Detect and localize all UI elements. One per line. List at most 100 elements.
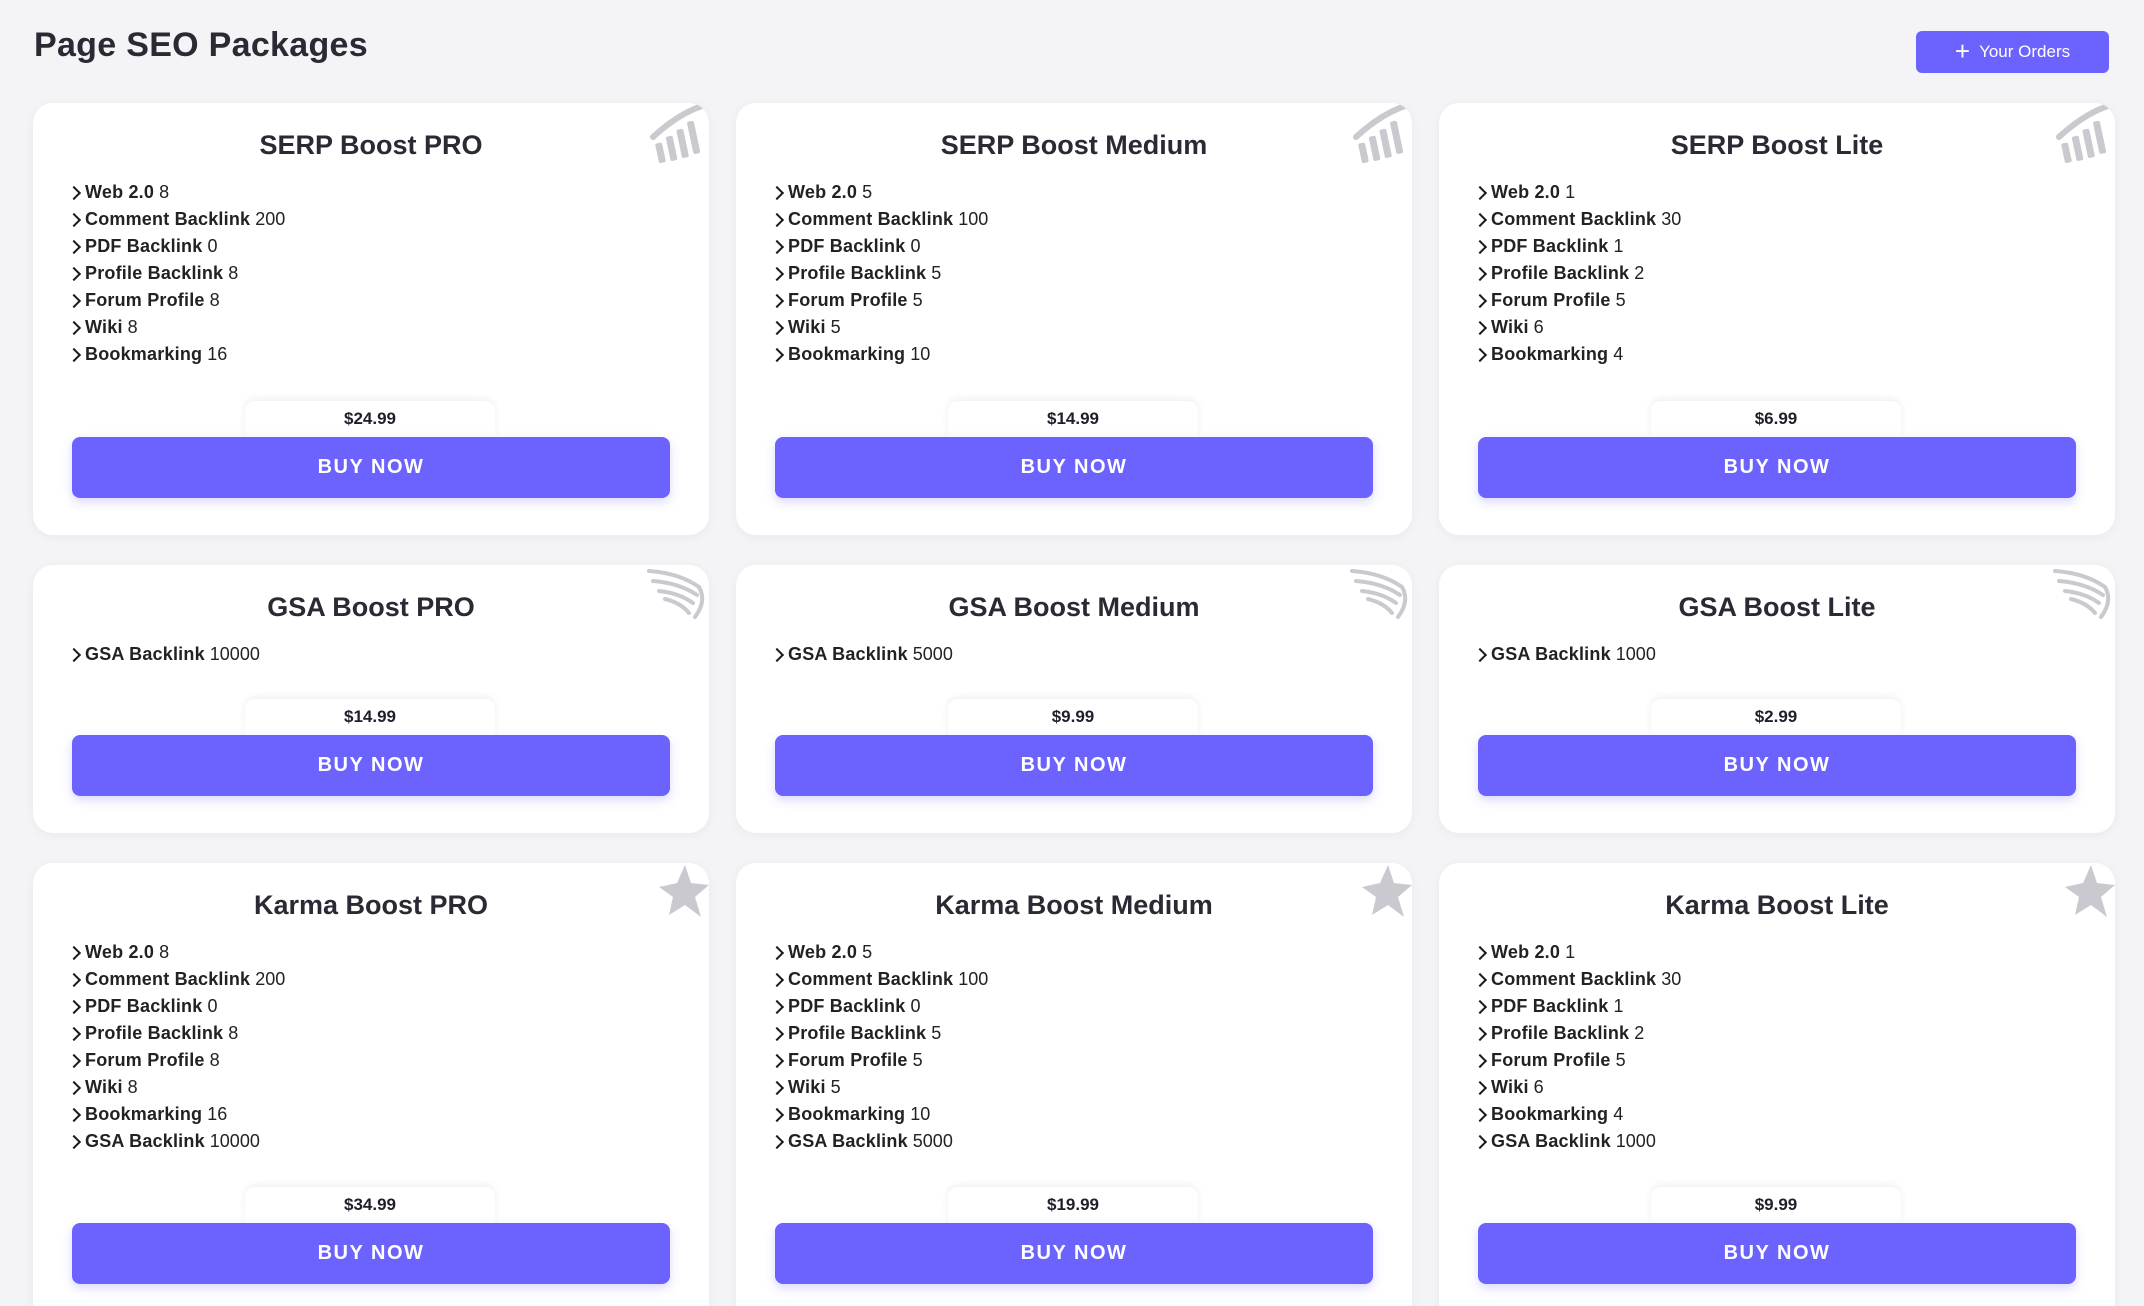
- feature-item: Web 2.0 8: [66, 939, 709, 966]
- chevron-right-icon: [66, 1107, 82, 1122]
- feature-item: GSA Backlink 5000: [769, 641, 1412, 668]
- chevron-right-icon: [66, 999, 82, 1014]
- feature-item: Forum Profile 8: [66, 1047, 709, 1074]
- chevron-right-icon: [769, 212, 785, 227]
- chevron-right-icon: [66, 1053, 82, 1068]
- star-icon: [2051, 863, 2115, 927]
- feature-name: Profile Backlink: [788, 263, 927, 283]
- chevron-right-icon: [769, 1134, 785, 1149]
- chevron-right-icon: [66, 266, 82, 281]
- feature-item: Wiki 8: [66, 314, 709, 341]
- chevron-right-icon: [1472, 1080, 1488, 1095]
- feature-value: 5: [912, 290, 923, 310]
- feature-value: 0: [207, 236, 218, 256]
- feature-list: Web 2.0 8 Comment Backlink 200 PDF Backlink 0…: [33, 939, 709, 1155]
- feature-item: Forum Profile 5: [769, 287, 1412, 314]
- package-card: GSA Boost Lite GSA Backlink 1000 $2.99 BUY N…: [1439, 565, 2115, 833]
- feature-value: 5: [830, 1077, 841, 1097]
- plus-icon: +: [1954, 35, 1971, 66]
- package-title: Karma Boost PRO: [253, 890, 489, 920]
- chevron-right-icon: [66, 945, 82, 960]
- buy-now-button[interactable]: BUY NOW: [775, 735, 1373, 796]
- wing-icon: [645, 565, 709, 629]
- feature-value: 5: [1615, 1050, 1626, 1070]
- feature-item: Web 2.0 8: [66, 179, 709, 206]
- package-card: Karma Boost Medium Web 2.0 5 Comment Backli…: [736, 863, 1412, 1306]
- feature-item: Comment Backlink 100: [769, 206, 1412, 233]
- feature-name: GSA Backlink: [788, 644, 908, 664]
- feature-name: PDF Backlink: [788, 236, 906, 256]
- feature-list: GSA Backlink 1000: [1439, 641, 2115, 668]
- feature-list: GSA Backlink 10000: [33, 641, 709, 668]
- feature-item: PDF Backlink 0: [769, 233, 1412, 260]
- page-title: Page SEO Packages: [34, 26, 368, 64]
- feature-item: Bookmarking 10: [769, 341, 1412, 368]
- feature-name: Wiki: [85, 317, 123, 337]
- feature-value: 2: [1634, 1023, 1645, 1043]
- star-icon: [645, 863, 709, 927]
- price-tag: $19.99: [948, 1187, 1198, 1223]
- chevron-right-icon: [769, 1026, 785, 1041]
- chevron-right-icon: [769, 239, 785, 254]
- feature-name: Forum Profile: [788, 1050, 908, 1070]
- your-orders-button[interactable]: + Your Orders: [1916, 31, 2109, 73]
- header-bar: Page SEO Packages + Your Orders: [0, 0, 2144, 100]
- feature-name: Comment Backlink: [788, 969, 954, 989]
- chevron-right-icon: [769, 1080, 785, 1095]
- chevron-right-icon: [769, 320, 785, 335]
- buy-now-button[interactable]: BUY NOW: [72, 735, 670, 796]
- buy-now-button[interactable]: BUY NOW: [1478, 1223, 2076, 1284]
- feature-item: GSA Backlink 5000: [769, 1128, 1412, 1155]
- chevron-right-icon: [1472, 1026, 1488, 1041]
- feature-name: GSA Backlink: [85, 644, 205, 664]
- buy-now-button[interactable]: BUY NOW: [775, 1223, 1373, 1284]
- chevron-right-icon: [1472, 293, 1488, 308]
- feature-value: 10: [910, 1104, 931, 1124]
- package-title: GSA Boost Medium: [948, 592, 1200, 622]
- buy-now-button[interactable]: BUY NOW: [775, 437, 1373, 498]
- chevron-right-icon: [1472, 945, 1488, 960]
- buy-now-button[interactable]: BUY NOW: [1478, 735, 2076, 796]
- feature-value: 5: [862, 942, 873, 962]
- price-tag: $9.99: [948, 699, 1198, 735]
- feature-item: Bookmarking 10: [769, 1101, 1412, 1128]
- feature-name: Comment Backlink: [85, 209, 251, 229]
- chevron-right-icon: [66, 185, 82, 200]
- buy-now-button[interactable]: BUY NOW: [72, 437, 670, 498]
- feature-name: Web 2.0: [788, 182, 858, 202]
- feature-name: Web 2.0: [788, 942, 858, 962]
- feature-item: Bookmarking 4: [1472, 341, 2115, 368]
- feature-name: GSA Backlink: [1491, 1131, 1611, 1151]
- buy-now-button[interactable]: BUY NOW: [72, 1223, 670, 1284]
- feature-value: 8: [159, 942, 170, 962]
- feature-value: 8: [228, 1023, 239, 1043]
- feature-value: 1000: [1615, 1131, 1656, 1151]
- feature-value: 5000: [912, 1131, 953, 1151]
- feature-value: 0: [910, 996, 921, 1016]
- chevron-right-icon: [1472, 1107, 1488, 1122]
- feature-item: Comment Backlink 30: [1472, 966, 2115, 993]
- feature-value: 100: [958, 969, 989, 989]
- feature-name: Wiki: [1491, 1077, 1529, 1097]
- chevron-right-icon: [66, 1134, 82, 1149]
- feature-name: Forum Profile: [788, 290, 908, 310]
- your-orders-label: Your Orders: [1979, 42, 2071, 61]
- chevron-right-icon: [1472, 266, 1488, 281]
- chevron-right-icon: [66, 212, 82, 227]
- feature-value: 30: [1661, 969, 1682, 989]
- feature-value: 8: [159, 182, 170, 202]
- feature-name: GSA Backlink: [788, 1131, 908, 1151]
- package-title: SERP Boost Medium: [940, 130, 1208, 160]
- chevron-right-icon: [769, 293, 785, 308]
- chevron-right-icon: [1472, 972, 1488, 987]
- feature-name: Bookmarking: [1491, 1104, 1609, 1124]
- package-card: Karma Boost PRO Web 2.0 8 Comment Backlink 2…: [33, 863, 709, 1306]
- feature-name: PDF Backlink: [1491, 996, 1609, 1016]
- feature-list: Web 2.0 1 Comment Backlink 30 PDF Backlink 1 P…: [1439, 179, 2115, 368]
- buy-now-button[interactable]: BUY NOW: [1478, 437, 2076, 498]
- feature-value: 0: [207, 996, 218, 1016]
- feature-item: GSA Backlink 10000: [66, 1128, 709, 1155]
- feature-name: Bookmarking: [788, 344, 906, 364]
- feature-item: Profile Backlink 8: [66, 1020, 709, 1047]
- feature-value: 1: [1565, 942, 1576, 962]
